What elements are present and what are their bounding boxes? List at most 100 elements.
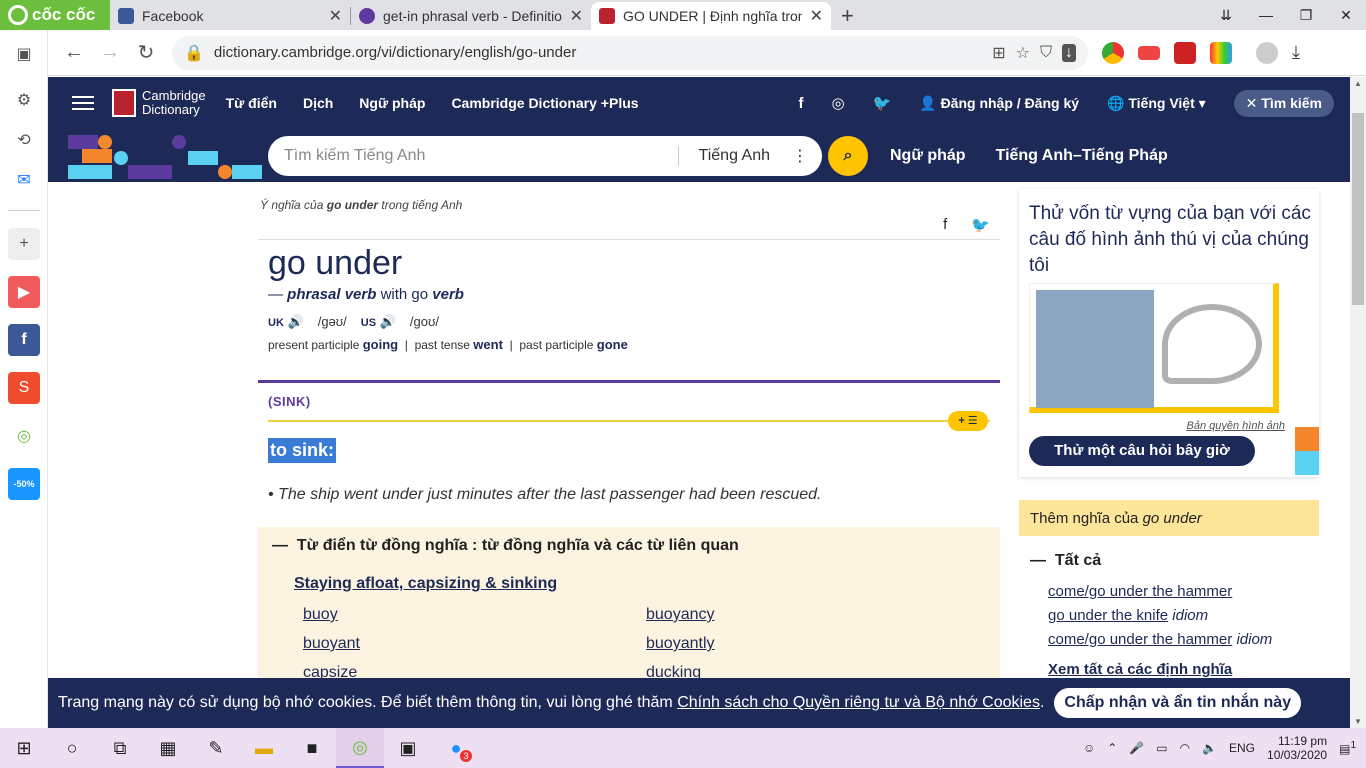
related-link[interactable]: come/go under the hammer idiom xyxy=(1048,631,1272,648)
zalo-icon[interactable]: ● 3 xyxy=(432,728,480,768)
tiki-icon[interactable]: -50% xyxy=(8,468,40,500)
subnav-english-french[interactable]: Tiếng Anh–Tiếng Pháp xyxy=(996,147,1168,165)
tab-go-under-active[interactable]: GO UNDER | Định nghĩa trong ✕ xyxy=(591,2,831,30)
dictionary-selector[interactable]: Tiếng Anh ⋮ xyxy=(677,145,822,166)
avatar[interactable] xyxy=(1256,41,1278,64)
privacy-policy-link[interactable]: Chính sách cho Quyền riêng tư và Bộ nhớ … xyxy=(677,694,1040,712)
coccoc-taskbar-icon[interactable]: ◎ xyxy=(336,728,384,768)
nav-translate[interactable]: Dịch xyxy=(303,95,333,111)
file-explorer-icon[interactable]: ▬ xyxy=(240,728,288,768)
nav-plus[interactable]: Cambridge Dictionary +Plus xyxy=(451,95,638,111)
downloads-icon[interactable]: ⤓ xyxy=(1292,42,1300,63)
windows-start-icon[interactable]: ⊞ xyxy=(0,728,48,768)
mic-icon[interactable]: 🎤 xyxy=(1129,741,1144,755)
reload-icon[interactable]: ↻ xyxy=(128,40,164,65)
red-extension-icon[interactable] xyxy=(1174,41,1196,64)
facebook-icon[interactable]: f xyxy=(8,324,40,356)
notification-center-icon[interactable]: ▤1 xyxy=(1339,740,1356,756)
us-audio-icon[interactable]: 🔊 xyxy=(380,314,396,329)
color-extension-icon[interactable] xyxy=(1210,41,1232,64)
battery-icon[interactable]: ▭ xyxy=(1156,741,1167,755)
volume-icon[interactable]: 🔈 xyxy=(1202,741,1217,755)
chrome-extension-icon[interactable] xyxy=(1102,41,1124,64)
tab-get-in[interactable]: get-in phrasal verb - Definitio ✕ xyxy=(351,2,591,30)
omnibox[interactable]: 🔒 dictionary.cambridge.org/vi/dictionary… xyxy=(172,35,1088,70)
new-extension-icon[interactable] xyxy=(1138,45,1160,60)
new-tab-button[interactable]: + xyxy=(831,2,864,30)
see-all-definitions-link[interactable]: Xem tất cả các định nghĩa xyxy=(1048,661,1232,678)
forward-icon[interactable]: → xyxy=(92,41,128,64)
cambridge-logo[interactable]: Cambridge Dictionary xyxy=(112,89,206,117)
shield-icon[interactable]: ⛉ xyxy=(1040,44,1052,62)
all-toggle[interactable]: — Tất cả xyxy=(1030,552,1101,570)
app-icon[interactable]: ▦ xyxy=(144,728,192,768)
minimize-icon[interactable]: — xyxy=(1246,0,1286,30)
messenger-icon[interactable]: ✉ xyxy=(8,164,40,196)
translate-icon[interactable]: ⊞ xyxy=(992,43,1005,63)
close-tab-icon[interactable]: ✕ xyxy=(570,6,583,26)
sticky-notes-icon[interactable]: ■ xyxy=(288,728,336,768)
add-to-wordlist-button[interactable]: + ☰ xyxy=(948,411,988,431)
maximize-icon[interactable]: ❐ xyxy=(1286,0,1326,30)
sidebar-panel-icon[interactable]: ▣ xyxy=(8,38,40,70)
accept-cookies-button[interactable]: Chấp nhận và ẩn tin nhắn này xyxy=(1054,688,1302,718)
wifi-icon[interactable]: ◠ xyxy=(1180,741,1190,755)
bookmark-star-icon[interactable]: ☆ xyxy=(1016,43,1030,63)
search-button[interactable]: ⌕ xyxy=(828,135,868,176)
history-icon[interactable]: ⟲ xyxy=(8,124,40,156)
clock[interactable]: 11:19 pm 10/03/2020 xyxy=(1267,734,1327,762)
thesaurus-word[interactable]: buoyancy xyxy=(646,606,715,624)
twitter-icon[interactable]: 🐦 xyxy=(873,94,892,112)
photos-icon[interactable]: ▣ xyxy=(384,728,432,768)
thesaurus-word[interactable]: buoyantly xyxy=(646,635,715,653)
share-twitter-icon[interactable]: 🐦 xyxy=(971,216,990,234)
thesaurus-topic[interactable]: Staying afloat, capsizing & sinking xyxy=(294,575,557,593)
page-scrollbar[interactable]: ▲ ▼ xyxy=(1350,77,1366,728)
subnav-grammar[interactable]: Ngữ pháp xyxy=(890,147,966,165)
related-link[interactable]: go under the knife idiom xyxy=(1048,607,1208,624)
close-tab-icon[interactable]: ✕ xyxy=(810,6,823,26)
lock-icon[interactable]: 🔒 xyxy=(184,43,204,63)
paint-icon[interactable]: ✎ xyxy=(192,728,240,768)
nav-grammar[interactable]: Ngữ pháp xyxy=(359,95,425,111)
people-icon[interactable]: ☺ xyxy=(1083,741,1095,755)
facebook-icon[interactable]: f xyxy=(798,95,803,112)
language-selector[interactable]: 🌐 Tiếng Việt ▾ xyxy=(1107,95,1206,112)
share-facebook-icon[interactable]: f xyxy=(943,216,947,234)
add-app-icon[interactable]: + xyxy=(8,228,40,260)
search-toggle-button[interactable]: ✕ Tìm kiếm xyxy=(1233,89,1334,117)
uk-audio-icon[interactable]: 🔊 xyxy=(288,314,304,329)
login-link[interactable]: 👤 Đăng nhập / Đăng ký xyxy=(919,95,1079,112)
task-view-icon[interactable]: ⧉ xyxy=(96,728,144,768)
youtube-icon[interactable]: ▶ xyxy=(8,276,40,308)
related-link[interactable]: come/go under the hammer xyxy=(1048,583,1232,600)
close-window-icon[interactable]: ✕ xyxy=(1326,0,1366,30)
thesaurus-word[interactable]: buoyant xyxy=(303,635,360,653)
nav-dictionary[interactable]: Từ điển xyxy=(226,95,277,111)
settings-gear-icon[interactable]: ⚙ xyxy=(8,84,40,116)
language-indicator[interactable]: ENG xyxy=(1229,741,1255,755)
quiz-image[interactable] xyxy=(1029,283,1279,413)
shopee-icon[interactable]: S xyxy=(8,372,40,404)
hamburger-menu-icon[interactable] xyxy=(72,96,94,110)
image-copyright-link[interactable]: Bản quyền hình ảnh xyxy=(1187,420,1285,432)
try-quiz-button[interactable]: Thử một câu hỏi bây giờ xyxy=(1029,436,1255,466)
instagram-icon[interactable]: ◎ xyxy=(831,94,844,112)
coccoc-logo[interactable]: cốc cốc xyxy=(0,0,110,30)
scroll-up-icon[interactable]: ▲ xyxy=(1350,79,1366,88)
tab-facebook[interactable]: Facebook ✕ xyxy=(110,2,350,30)
search-input[interactable]: Tìm kiếm Tiếng Anh xyxy=(284,147,678,165)
scroll-down-icon[interactable]: ▼ xyxy=(1350,717,1366,726)
coccoc-app-icon[interactable]: ◎ xyxy=(8,420,40,452)
back-icon[interactable]: ← xyxy=(56,41,92,64)
tab-search-icon[interactable]: ⇊ xyxy=(1206,0,1246,30)
thesaurus-word[interactable]: buoy xyxy=(303,606,338,624)
search-circle-icon[interactable]: ○ xyxy=(48,728,96,768)
logo-line1: Cambridge xyxy=(142,88,206,103)
download-page-icon[interactable]: ↓ xyxy=(1062,43,1076,62)
close-tab-icon[interactable]: ✕ xyxy=(329,6,342,26)
thesaurus-heading[interactable]: — Từ điển từ đồng nghĩa : từ đồng nghĩa … xyxy=(272,537,739,555)
scroll-thumb[interactable] xyxy=(1352,113,1364,305)
url-text[interactable]: dictionary.cambridge.org/vi/dictionary/e… xyxy=(214,44,982,61)
chevron-up-icon[interactable]: ⌃ xyxy=(1107,741,1117,755)
